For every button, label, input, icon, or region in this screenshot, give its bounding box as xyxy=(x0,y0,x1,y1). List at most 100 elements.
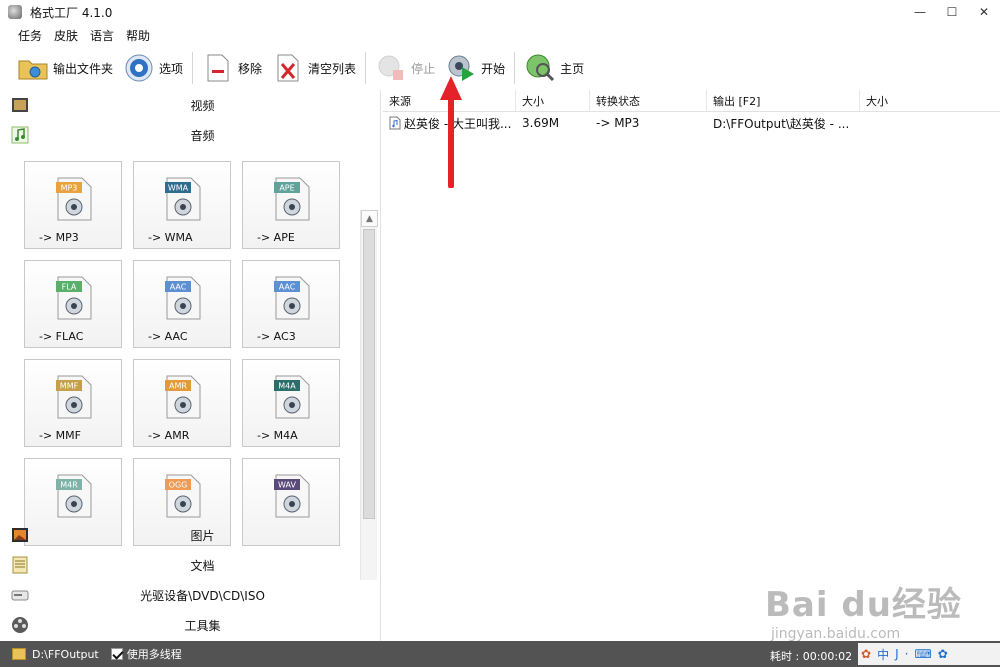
audio-format-file-icon: WAV xyxy=(274,474,310,518)
category-picture-label: 图片 xyxy=(190,528,215,543)
menu-language[interactable]: 语言 xyxy=(84,27,120,44)
format-tile[interactable]: M4A -> M4A xyxy=(242,359,340,447)
menu-help[interactable]: 帮助 xyxy=(120,27,156,44)
svg-text:FLA: FLA xyxy=(62,283,77,292)
audio-format-file-icon: M4A xyxy=(274,375,310,419)
output-folder-button[interactable]: 输出文件夹 xyxy=(12,48,118,88)
format-tile[interactable]: WMA -> WMA xyxy=(133,161,231,249)
input-method-icon[interactable]: ✿ xyxy=(861,647,871,661)
multithread-checkbox[interactable] xyxy=(110,648,123,660)
category-video[interactable]: 视频 xyxy=(0,90,380,120)
svg-text:MMF: MMF xyxy=(60,382,79,391)
col-status[interactable]: 转换状态 xyxy=(590,90,707,111)
keyboard-icon[interactable]: ⌨ xyxy=(914,647,931,661)
category-video-label: 视频 xyxy=(190,98,215,113)
category-document[interactable]: 文档 xyxy=(0,550,381,580)
category-picture[interactable]: 图片 xyxy=(0,520,381,550)
menu-skin[interactable]: 皮肤 xyxy=(48,27,84,44)
app-logo-icon xyxy=(8,5,22,19)
ime-chinese-indicator[interactable]: 中 xyxy=(877,646,889,663)
category-document-label: 文档 xyxy=(190,558,215,573)
stop-label: 停止 xyxy=(411,61,436,76)
audio-format-file-icon: FLA xyxy=(56,276,92,320)
task-row[interactable]: 赵英俊 - 大王叫我... 3.69M -> MP3 D:\FFOutput\赵… xyxy=(383,112,1000,134)
category-rom-device-label: 光驱设备\DVD\CD\ISO xyxy=(140,588,265,603)
toolbar-divider xyxy=(514,52,516,84)
menu-bar: 任务 皮肤 语言 帮助 xyxy=(0,24,156,46)
task-list-header: 来源 大小 转换状态 输出 [F2] 大小 xyxy=(383,90,1000,112)
format-tile[interactable]: AAC -> AC3 xyxy=(242,260,340,348)
task-output-cell: D:\FFOutput\赵英俊 - ... xyxy=(713,116,850,131)
col-out-size[interactable]: 大小 xyxy=(860,90,1000,111)
format-panel: 视频 音频 MP3 -> MP3 WMA -> WMA APE -> APE FLA -> F… xyxy=(0,90,381,641)
title-bar: 格式工厂 4.1.0 — ☐ ✕ xyxy=(0,0,1000,24)
format-tile-label: -> MMF xyxy=(39,429,81,442)
svg-text:M4A: M4A xyxy=(278,382,296,391)
category-tools-label: 工具集 xyxy=(184,618,221,633)
home-button[interactable]: 主页 xyxy=(519,48,589,88)
col-size[interactable]: 大小 xyxy=(516,90,590,111)
start-label: 开始 xyxy=(481,61,506,76)
task-size-cell: 3.69M xyxy=(522,116,560,130)
audio-format-file-icon: AAC xyxy=(274,276,310,320)
audio-format-file-icon: M4R xyxy=(56,474,92,518)
stop-button[interactable]: 停止 xyxy=(370,48,440,88)
toolbar-divider xyxy=(192,52,194,84)
category-rom-device[interactable]: 光驱设备\DVD\CD\ISO xyxy=(0,580,381,610)
col-output[interactable]: 输出 [F2] xyxy=(707,90,860,111)
audio-file-icon xyxy=(389,116,401,130)
format-tile-label: -> AC3 xyxy=(257,330,296,343)
svg-text:AAC: AAC xyxy=(170,283,187,292)
format-tile[interactable]: APE -> APE xyxy=(242,161,340,249)
scroll-thumb[interactable] xyxy=(363,229,375,519)
ime-moon-icon[interactable]: J xyxy=(895,647,899,661)
options-label: 选项 xyxy=(159,61,184,76)
svg-text:OGG: OGG xyxy=(169,481,188,490)
watermark-url: jingyan.baidu.com xyxy=(771,626,901,642)
stop-icon xyxy=(378,55,404,80)
close-button[interactable]: ✕ xyxy=(968,0,1000,24)
category-tools[interactable]: 工具集 xyxy=(0,610,381,640)
remove-button[interactable]: 移除 xyxy=(197,48,267,88)
format-tile[interactable]: MMF -> MMF xyxy=(24,359,122,447)
options-button[interactable]: 选项 xyxy=(118,48,188,88)
tray-settings-icon[interactable]: ✿ xyxy=(938,647,948,661)
watermark-main: Bai du经验 xyxy=(765,585,962,625)
svg-text:APE: APE xyxy=(279,184,294,193)
minimize-button[interactable]: — xyxy=(904,0,936,24)
category-audio[interactable]: 音频 xyxy=(0,120,380,150)
task-list: 来源 大小 转换状态 输出 [F2] 大小 赵英俊 - 大王叫我... 3.69… xyxy=(383,90,1000,641)
format-tile[interactable]: FLA -> FLAC xyxy=(24,260,122,348)
task-status-cell: -> MP3 xyxy=(596,116,640,130)
scroll-up-arrow[interactable]: ▲ xyxy=(361,210,378,227)
format-tile[interactable]: MP3 -> MP3 xyxy=(24,161,122,249)
clear-list-button[interactable]: 清空列表 xyxy=(267,48,361,88)
format-tile-label: -> WMA xyxy=(148,231,193,244)
audio-format-file-icon: AAC xyxy=(165,276,201,320)
audio-format-file-icon: MMF xyxy=(56,375,92,419)
svg-text:M4R: M4R xyxy=(60,481,78,490)
format-tile[interactable]: AAC -> AAC xyxy=(133,260,231,348)
menu-task[interactable]: 任务 xyxy=(12,27,48,44)
maximize-button[interactable]: ☐ xyxy=(936,0,968,24)
folder-icon xyxy=(18,60,48,80)
audio-format-file-icon: AMR xyxy=(165,375,201,419)
window-controls: — ☐ ✕ xyxy=(904,0,1000,24)
audio-format-file-icon: MP3 xyxy=(56,177,92,221)
format-tile-label: -> APE xyxy=(257,231,295,244)
audio-format-file-icon: WMA xyxy=(165,177,201,221)
status-bar: D:\FFOutput 使用多线程 耗时 : 00:00:02 ✿ 中 J · … xyxy=(0,641,1000,667)
remove-doc-icon xyxy=(207,54,229,82)
output-folder-icon[interactable] xyxy=(12,648,26,660)
other-categories: 图片 文档 光驱设备\DVD\CD\ISO 工具集 xyxy=(0,520,381,640)
svg-text:AMR: AMR xyxy=(169,382,187,391)
ime-punct-icon[interactable]: · xyxy=(905,647,909,661)
audio-format-grid: MP3 -> MP3 WMA -> WMA APE -> APE FLA -> FLAC AAC… xyxy=(0,150,381,580)
format-tile-label: -> FLAC xyxy=(39,330,84,343)
format-tile-label: -> MP3 xyxy=(39,231,79,244)
format-tile[interactable]: AMR -> AMR xyxy=(133,359,231,447)
window-title: 格式工厂 4.1.0 xyxy=(30,5,113,20)
audio-format-file-icon: OGG xyxy=(165,474,201,518)
audio-format-file-icon: APE xyxy=(274,177,310,221)
clear-list-icon xyxy=(277,54,299,82)
